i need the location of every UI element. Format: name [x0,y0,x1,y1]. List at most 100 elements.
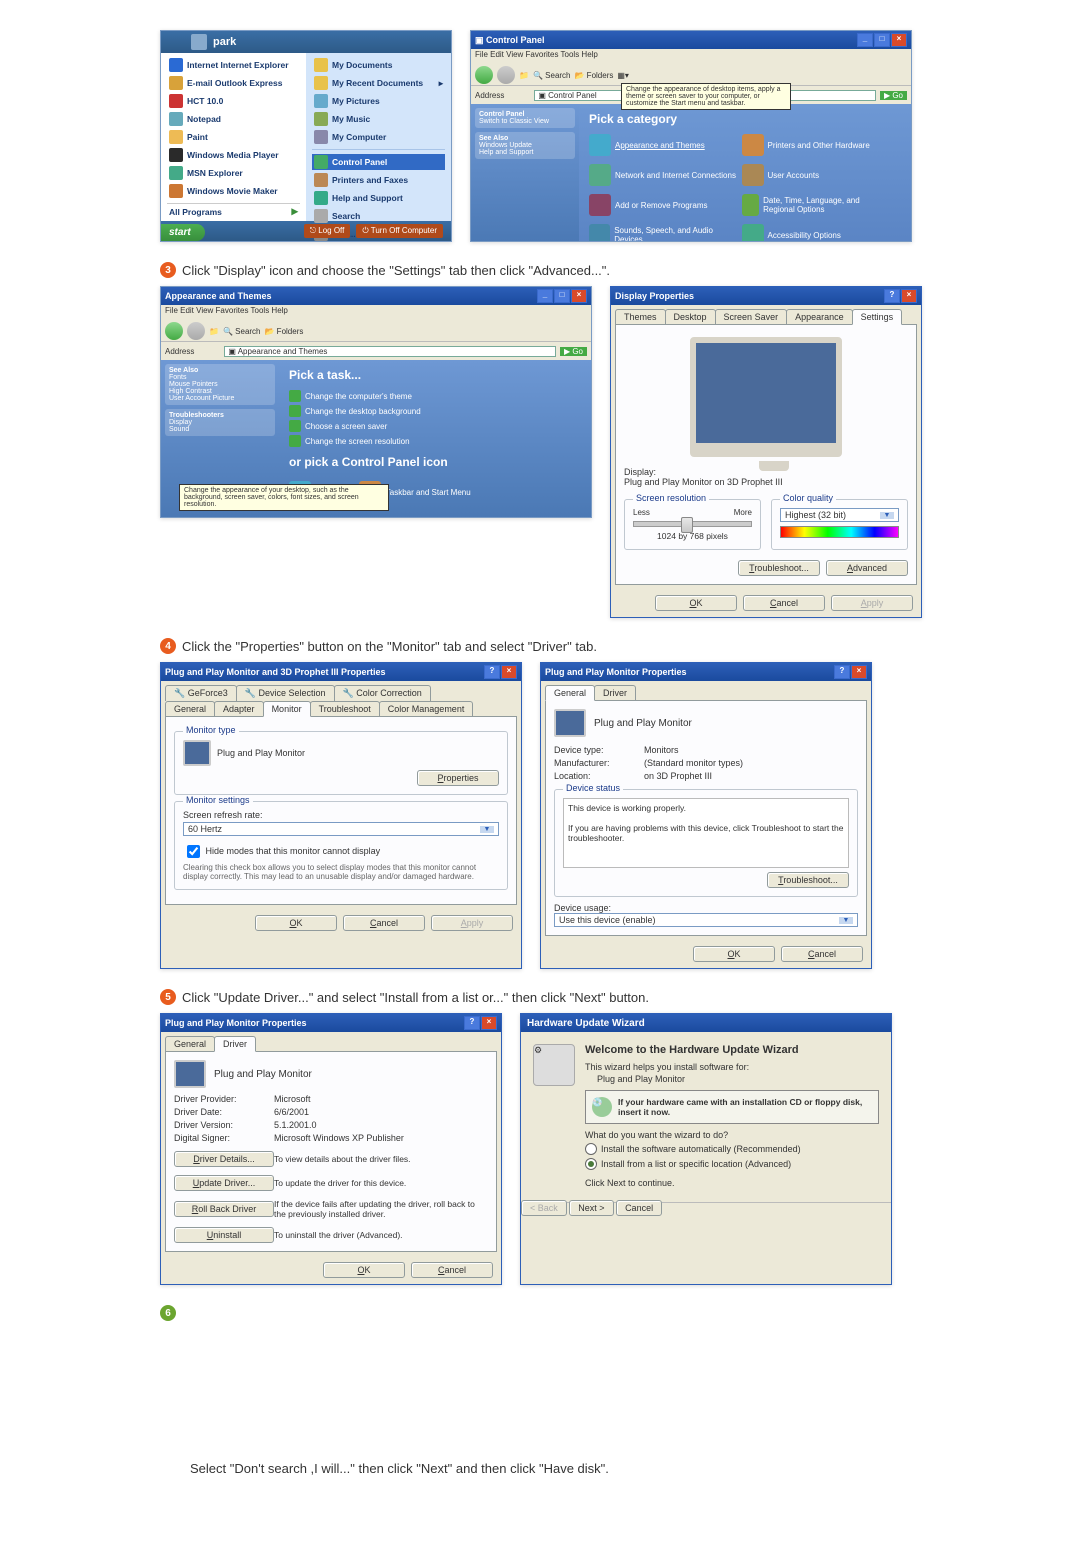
tab-deviceselection[interactable]: 🔧 Device Selection [236,685,335,701]
cancel-button[interactable]: Cancel [343,915,425,931]
radio-list[interactable]: Install from a list or specific location… [585,1158,879,1170]
help-support-link[interactable]: Help and Support [479,149,533,156]
tab-driver[interactable]: Driver [214,1036,256,1052]
start-item-msn[interactable]: MSN Explorer [167,165,300,181]
help-button[interactable]: ? [464,1016,480,1030]
all-programs[interactable]: All Programs ▶ [167,203,300,218]
search-icon[interactable]: 🔍 Search [533,71,571,80]
update-driver-button[interactable]: Update Driver... [174,1175,274,1191]
logoff-button[interactable]: ⎋ Log Off [304,224,351,238]
start-item-printers[interactable]: Printers and Faxes [312,172,445,188]
ok-button[interactable]: OK [255,915,337,931]
help-button[interactable]: ? [884,289,900,303]
maximize-button[interactable]: □ [554,289,570,303]
cat-datetime[interactable]: Date, Time, Language, and Regional Optio… [742,194,892,216]
menu-bar[interactable]: File Edit View Favorites Tools Help [471,49,911,65]
forward-button[interactable] [497,66,515,84]
up-icon[interactable]: 📁 [209,327,219,336]
tab-driver[interactable]: Driver [594,685,636,700]
tab-desktop[interactable]: Desktop [665,309,716,324]
close-button[interactable]: × [851,665,867,679]
maximize-button[interactable]: □ [874,33,890,47]
task-screensaver[interactable]: Choose a screen saver [289,420,581,432]
start-button[interactable]: start [161,224,205,241]
task-background[interactable]: Change the desktop background [289,405,581,417]
start-item-mycomputer[interactable]: My Computer [312,129,445,145]
cancel-button[interactable]: Cancel [616,1200,662,1216]
switch-classic-link[interactable]: Switch to Classic View [479,118,549,125]
radio-auto[interactable]: Install the software automatically (Reco… [585,1143,879,1155]
start-item-search[interactable]: Search [312,208,445,224]
rollback-driver-button[interactable]: Roll Back Driver [174,1201,274,1217]
task-resolution[interactable]: Change the screen resolution [289,435,581,447]
up-icon[interactable]: 📁 [519,71,529,80]
cat-users[interactable]: User Accounts [742,164,892,186]
tab-geforce[interactable]: 🔧 GeForce3 [165,685,237,701]
views-icon[interactable]: ▦▾ [617,71,629,80]
start-item-email[interactable]: E-mail Outlook Express [167,75,300,91]
close-button[interactable]: × [501,665,517,679]
tab-settings[interactable]: Settings [852,309,903,325]
back-button[interactable]: < Back [521,1200,567,1216]
resolution-slider[interactable] [633,521,752,527]
start-item-mymusic[interactable]: My Music [312,111,445,127]
color-quality-combo[interactable]: Highest (32 bit)▼ [780,508,899,522]
start-item-mypics[interactable]: My Pictures [312,93,445,109]
cancel-button[interactable]: Cancel [781,946,863,962]
tab-colormgmt[interactable]: Color Management [379,701,474,716]
windows-update-link[interactable]: Windows Update [479,142,532,149]
minimize-button[interactable]: _ [857,33,873,47]
start-item-internet[interactable]: Internet Internet Explorer [167,57,300,73]
back-button[interactable] [475,66,493,84]
tab-themes[interactable]: Themes [615,309,666,324]
start-item-help[interactable]: Help and Support [312,190,445,206]
tab-general[interactable]: General [545,685,595,701]
help-button[interactable]: ? [484,665,500,679]
close-button[interactable]: × [481,1016,497,1030]
go-button[interactable]: ▶ Go [880,91,907,100]
next-button[interactable]: Next > [569,1200,613,1216]
start-item-paint[interactable]: Paint [167,129,300,145]
hide-modes-checkbox[interactable] [187,845,200,858]
folders-icon[interactable]: 📂 Folders [575,71,614,80]
cancel-button[interactable]: Cancel [411,1262,493,1278]
close-button[interactable]: × [891,33,907,47]
tab-colorcorrection[interactable]: 🔧 Color Correction [334,685,431,701]
start-item-wmp[interactable]: Windows Media Player [167,147,300,163]
tab-general[interactable]: General [165,701,215,716]
task-theme[interactable]: Change the computer's theme [289,390,581,402]
forward-button[interactable] [187,322,205,340]
ok-button[interactable]: OK [693,946,775,962]
cat-network[interactable]: Network and Internet Connections [589,164,739,186]
apply-button[interactable]: Apply [431,915,513,931]
ok-button[interactable]: OK [323,1262,405,1278]
back-button[interactable] [165,322,183,340]
start-item-hct[interactable]: HCT 10.0 [167,93,300,109]
tab-appearance[interactable]: Appearance [786,309,853,324]
properties-button[interactable]: Properties [417,770,499,786]
tab-general[interactable]: General [165,1036,215,1051]
start-item-controlpanel[interactable]: Control Panel [312,154,445,170]
start-item-recent[interactable]: My Recent Documents▸ [312,75,445,91]
uninstall-button[interactable]: Uninstall [174,1227,274,1243]
close-button[interactable]: × [901,289,917,303]
tab-troubleshoot[interactable]: Troubleshoot [310,701,380,716]
tab-monitor[interactable]: Monitor [263,701,311,717]
close-button[interactable]: × [571,289,587,303]
start-item-moviemaker[interactable]: Windows Movie Maker [167,183,300,199]
shutdown-button[interactable]: ⏻ Turn Off Computer [356,224,443,238]
troubleshoot-button[interactable]: Troubleshoot... [767,872,849,888]
address-input[interactable]: ▣ Appearance and Themes [224,346,556,357]
tab-adapter[interactable]: Adapter [214,701,264,716]
folders-icon[interactable]: 📂 Folders [265,327,304,336]
go-button[interactable]: ▶ Go [560,347,587,356]
search-icon[interactable]: 🔍 Search [223,327,261,336]
tab-screensaver[interactable]: Screen Saver [715,309,788,324]
help-button[interactable]: ? [834,665,850,679]
minimize-button[interactable]: _ [537,289,553,303]
cat-accessibility[interactable]: Accessibility Options [742,224,892,242]
start-item-notepad[interactable]: Notepad [167,111,300,127]
advanced-button[interactable]: Advanced [826,560,908,576]
cat-appearance[interactable]: Appearance and Themes [589,134,739,156]
troubleshoot-button[interactable]: Troubleshoot... [738,560,820,576]
